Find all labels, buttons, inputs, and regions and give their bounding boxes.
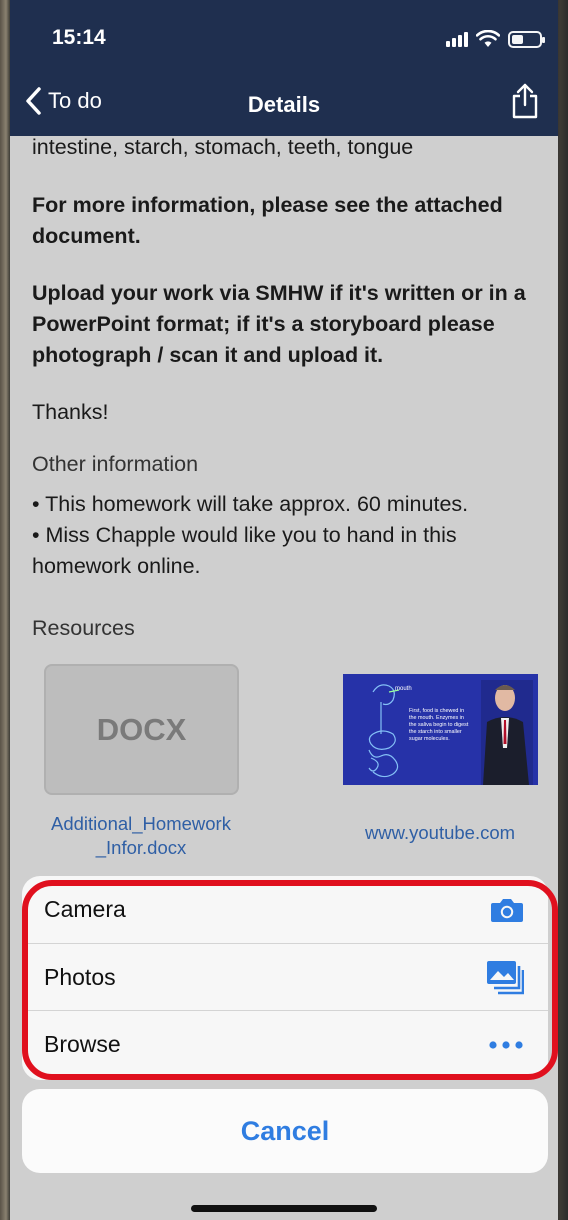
video-caption-line1: First, food is chewed in (409, 708, 464, 714)
navigation-bar: 15:14 To do Details (10, 0, 558, 136)
cancel-button[interactable]: Cancel (22, 1089, 548, 1173)
docx-thumbnail[interactable]: DOCX (44, 664, 239, 795)
red-highlight-annotation (22, 880, 558, 1080)
thanks-text: Thanks! (32, 400, 109, 424)
more-info-text: For more information, please see the att… (32, 193, 503, 248)
upload-instructions: Upload your work via SMHW if it's writte… (32, 281, 526, 367)
page-title: Details (247, 92, 321, 117)
other-info-duration: • This homework will take approx. 60 min… (32, 492, 469, 516)
other-info-handin: • Miss Chapple would like you to hand in… (32, 523, 457, 578)
battery-icon (508, 30, 545, 48)
share-button[interactable] (510, 82, 540, 125)
status-time: 15:14 (52, 26, 106, 49)
youtube-link[interactable]: www.youtube.com (352, 822, 528, 844)
signal-icon (446, 31, 468, 47)
status-icons (446, 28, 545, 50)
homework-details: intestine, starch, stomach, teeth, tongu… (32, 130, 542, 641)
video-caption-line2: the mouth. Enzymes in (409, 715, 464, 721)
resources-heading: Resources (32, 616, 542, 641)
youtube-thumbnail[interactable]: mouth First, food is chewed in the mouth… (343, 674, 538, 785)
other-info-heading: Other information (32, 452, 542, 477)
digestive-system-video-image: mouth First, food is chewed in the mouth… (343, 674, 538, 785)
wifi-icon (476, 30, 500, 47)
video-caption-line3: the saliva begin to digest (409, 722, 469, 728)
home-indicator[interactable] (191, 1205, 377, 1212)
video-callout-label: mouth (395, 686, 412, 692)
docx-link[interactable]: Additional_Homework _Infor.docx (38, 812, 244, 860)
other-info-title: Other information (32, 452, 199, 476)
video-caption-line5: sugar molecules. (409, 736, 450, 742)
docx-label: DOCX (96, 711, 187, 747)
phone-screen: 15:14 To do Details intestine, starch, s… (10, 0, 558, 1220)
share-icon (512, 83, 538, 119)
resources-title: Resources (32, 616, 135, 640)
video-caption-line4: the starch into smaller (409, 729, 462, 735)
body-text-partial: intestine, starch, stomach, teeth, tongu… (32, 135, 414, 159)
